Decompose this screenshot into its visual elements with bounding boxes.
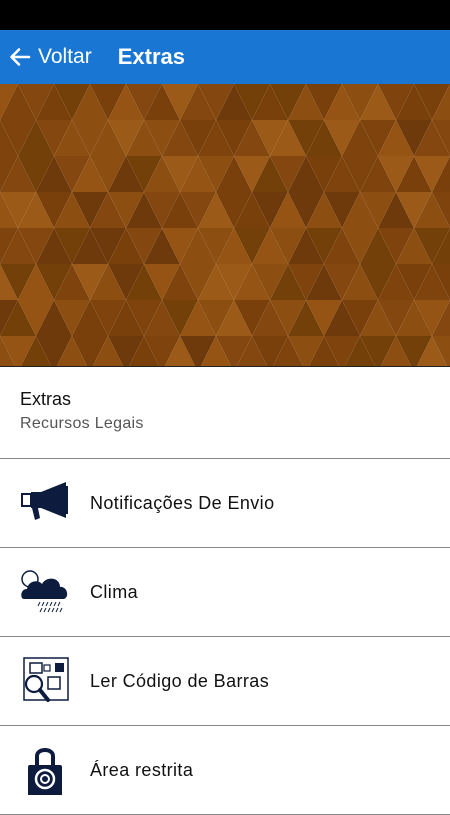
menu-item-label: Notificações De Envio	[90, 493, 275, 513]
status-bar	[0, 0, 450, 30]
header-banner-image	[0, 84, 450, 367]
padlock-icon	[20, 745, 72, 795]
back-button[interactable]: Voltar	[0, 30, 92, 84]
menu-item-weather[interactable]: Clima	[0, 548, 450, 637]
menu-item-label: Clima	[90, 582, 139, 602]
app-bar: Voltar Extras	[0, 30, 450, 84]
menu-item-barcode-reader[interactable]: Ler Código de Barras	[0, 637, 450, 726]
section-title: Extras	[20, 389, 72, 409]
section-header: Extras Recursos Legais	[0, 367, 450, 459]
menu-item-shipping-notifications[interactable]: Notificações De Envio	[0, 459, 450, 548]
megaphone-icon	[20, 478, 72, 528]
barcode-scan-icon	[20, 656, 72, 706]
menu-item-label: Ler Código de Barras	[90, 671, 270, 691]
weather-cloud-icon	[20, 567, 72, 617]
page-title: Extras	[117, 44, 185, 69]
section-subtitle: Recursos Legais	[20, 415, 144, 432]
menu-item-restricted-area[interactable]: Área restrita	[0, 726, 450, 815]
back-label: Voltar	[38, 45, 92, 68]
arrow-left-icon	[8, 45, 32, 69]
menu-item-label: Área restrita	[90, 760, 194, 780]
